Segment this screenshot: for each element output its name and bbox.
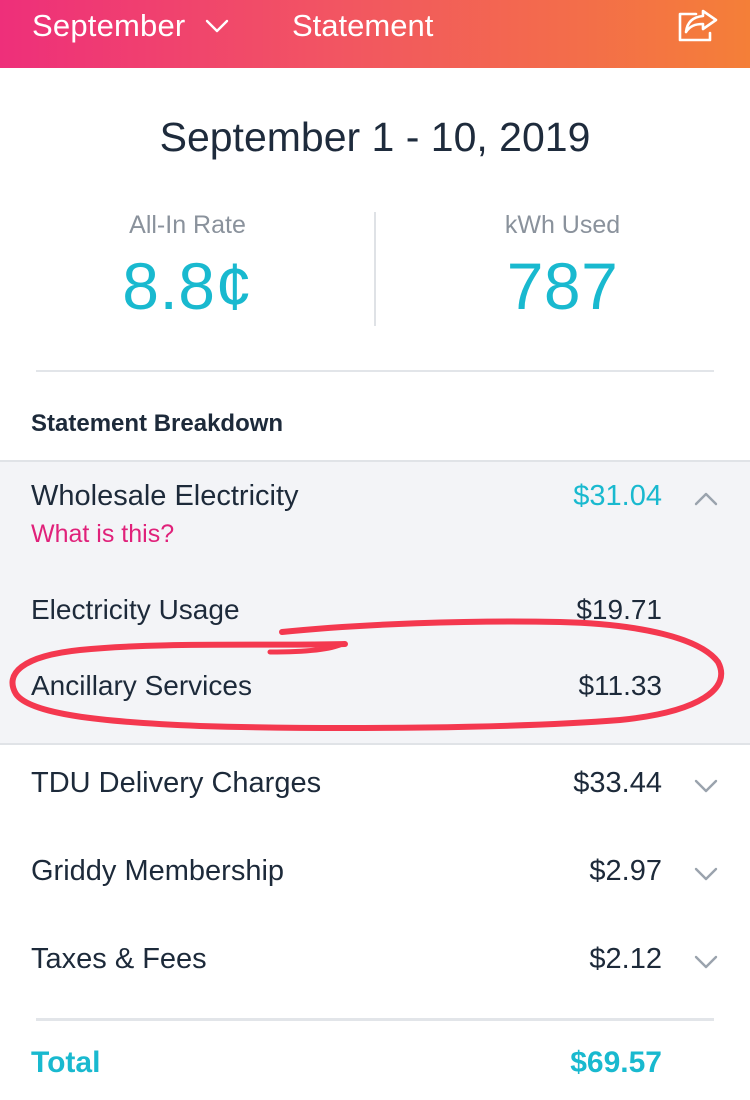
tdu-delivery-label[interactable]: TDU Delivery Charges (31, 767, 321, 800)
total-label: Total (31, 1046, 101, 1079)
griddy-membership-amount: $2.97 (589, 855, 662, 887)
chevron-down-icon[interactable] (693, 954, 719, 970)
chevron-up-icon[interactable] (693, 491, 719, 507)
electricity-usage-amount: $19.71 (576, 594, 662, 625)
kwh-used-stat: kWh Used 787 (375, 208, 750, 324)
chevron-down-icon[interactable] (693, 778, 719, 794)
ancillary-services-label: Ancillary Services (31, 670, 252, 701)
what-is-this-link[interactable]: What is this? (31, 520, 174, 549)
kwh-used-label: kWh Used (504, 211, 621, 239)
share-icon[interactable] (676, 5, 720, 43)
griddy-membership-label[interactable]: Griddy Membership (31, 855, 284, 888)
chevron-down-icon (206, 19, 229, 33)
month-label: September (32, 8, 186, 43)
total-amount: $69.57 (570, 1046, 662, 1079)
month-dropdown[interactable]: September (32, 6, 229, 46)
all-in-rate-stat: All-In Rate 8.8¢ (0, 208, 375, 324)
divider (36, 370, 714, 372)
breakdown-title: Statement Breakdown (31, 410, 284, 437)
kwh-used-value: 787 (506, 249, 619, 323)
divider (36, 1018, 714, 1021)
wholesale-label[interactable]: Wholesale Electricity (31, 480, 299, 513)
ancillary-services-amount: $11.33 (578, 670, 662, 701)
taxes-fees-label[interactable]: Taxes & Fees (31, 943, 207, 976)
tdu-delivery-amount: $33.44 (573, 767, 662, 799)
statement-date-range: September 1 - 10, 2019 (159, 114, 591, 160)
header-title: Statement (292, 8, 434, 43)
header-bar: September Statement (0, 0, 750, 68)
all-in-rate-label: All-In Rate (129, 211, 246, 239)
wholesale-amount: $31.04 (573, 480, 662, 512)
all-in-rate-value: 8.8¢ (122, 249, 253, 323)
taxes-fees-amount: $2.12 (589, 943, 662, 975)
chevron-down-icon[interactable] (693, 866, 719, 882)
electricity-usage-label: Electricity Usage (31, 594, 240, 625)
